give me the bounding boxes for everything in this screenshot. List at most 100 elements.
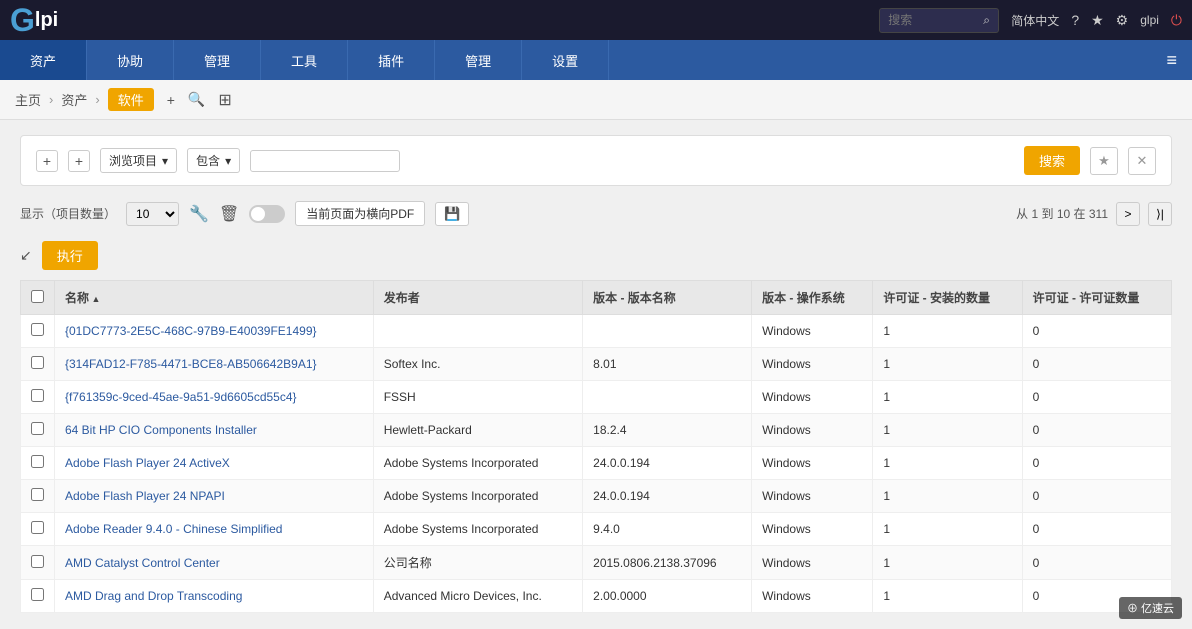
filter-add-btn-1[interactable]: + <box>36 150 58 172</box>
search-input[interactable] <box>888 13 978 27</box>
filter-operator-select[interactable]: 包含 ▾ <box>187 148 240 173</box>
settings-icon[interactable]: ⚙ <box>1116 12 1129 29</box>
header-publisher[interactable]: 发布者 <box>373 281 582 315</box>
row-name: Adobe Flash Player 24 NPAPI <box>55 480 374 513</box>
watermark: ⊕ 亿速云 <box>1119 597 1182 619</box>
trash-icon[interactable]: 🗑 <box>219 204 239 224</box>
name-link[interactable]: {01DC7773-2E5C-468C-97B9-E40039FE1499} <box>65 324 317 338</box>
row-version <box>583 381 752 414</box>
prev-page-btn[interactable]: > <box>1116 202 1140 226</box>
row-os: Windows <box>752 513 873 546</box>
language-selector[interactable]: 简体中文 <box>1011 12 1059 29</box>
show-count-label: 显示（项目数量） <box>20 205 116 222</box>
nav-item-tools[interactable]: 工具 <box>261 40 348 80</box>
name-link[interactable]: Adobe Flash Player 24 ActiveX <box>65 456 230 470</box>
header-os[interactable]: 版本 - 操作系统 <box>752 281 873 315</box>
row-checkbox[interactable] <box>31 521 44 534</box>
save-icon-btn[interactable]: 💾 <box>435 202 469 226</box>
power-icon[interactable]: ⏻ <box>1171 12 1182 29</box>
add-icon[interactable]: + <box>167 92 175 108</box>
execute-button[interactable]: 执行 <box>42 241 98 270</box>
nav-item-plugins[interactable]: 插件 <box>348 40 435 80</box>
table-row: Adobe Flash Player 24 NPAPI Adobe System… <box>21 480 1172 513</box>
row-checkbox[interactable] <box>31 356 44 369</box>
search-button[interactable]: 搜索 <box>1024 146 1080 175</box>
row-installs: 1 <box>873 447 1022 480</box>
search-box[interactable]: ⌕ <box>879 8 999 33</box>
logo: G lpi <box>10 4 58 36</box>
nav-item-admin[interactable]: 管理 <box>435 40 522 80</box>
row-checkbox[interactable] <box>31 389 44 402</box>
row-checkbox-cell[interactable] <box>21 447 55 480</box>
row-checkbox[interactable] <box>31 422 44 435</box>
filter-value-input[interactable] <box>250 150 400 172</box>
sort-icon[interactable]: ↙ <box>20 247 32 264</box>
name-link[interactable]: {314FAD12-F785-4471-BCE8-AB506642B9A1} <box>65 357 317 371</box>
name-link[interactable]: {f761359c-9ced-45ae-9a51-9d6605cd55c4} <box>65 390 297 404</box>
row-installs: 1 <box>873 580 1022 613</box>
row-checkbox-cell[interactable] <box>21 381 55 414</box>
row-installs: 1 <box>873 513 1022 546</box>
nav-item-assets[interactable]: 资产 <box>0 40 87 80</box>
row-version: 9.4.0 <box>583 513 752 546</box>
row-checkbox-cell[interactable] <box>21 580 55 613</box>
row-checkbox[interactable] <box>31 455 44 468</box>
filter-add-btn-2[interactable]: + <box>68 150 90 172</box>
logo-g: G <box>10 4 35 36</box>
save-search-btn[interactable]: ★ <box>1090 147 1118 175</box>
table-row: Adobe Reader 9.4.0 - Chinese Simplified … <box>21 513 1172 546</box>
user-menu[interactable]: glpi <box>1140 13 1159 27</box>
row-name: Adobe Flash Player 24 ActiveX <box>55 447 374 480</box>
count-select[interactable]: 10 25 50 100 <box>126 202 179 226</box>
pagination-text: 从 1 到 10 在 311 <box>1016 205 1108 222</box>
breadcrumb-list-icon[interactable]: ⊞ <box>218 90 231 110</box>
row-checkbox-cell[interactable] <box>21 348 55 381</box>
breadcrumb-assets[interactable]: 资产 <box>61 90 87 109</box>
header-name[interactable]: 名称 <box>55 281 374 315</box>
row-checkbox-cell[interactable] <box>21 513 55 546</box>
toggle-switch[interactable] <box>249 205 285 223</box>
top-bar: G lpi ⌕ 简体中文 ? ★ ⚙ glpi ⏻ <box>0 0 1192 40</box>
nav-item-assist[interactable]: 协助 <box>87 40 174 80</box>
row-licenses: 0 <box>1022 513 1171 546</box>
favorite-icon[interactable]: ★ <box>1091 12 1104 29</box>
help-icon[interactable]: ? <box>1071 12 1079 28</box>
breadcrumb-software[interactable]: 软件 <box>108 88 154 111</box>
wrench-icon[interactable]: 🔧 <box>189 204 209 224</box>
last-page-btn[interactable]: ⟩| <box>1148 202 1172 226</box>
header-version[interactable]: 版本 - 版本名称 <box>583 281 752 315</box>
row-checkbox-cell[interactable] <box>21 546 55 580</box>
clear-search-btn[interactable]: ✕ <box>1128 147 1156 175</box>
select-all-checkbox[interactable] <box>31 290 44 303</box>
pdf-export-btn[interactable]: 当前页面为横向PDF <box>295 201 425 226</box>
name-link[interactable]: AMD Catalyst Control Center <box>65 556 220 570</box>
row-os: Windows <box>752 580 873 613</box>
nav-item-settings[interactable]: 设置 <box>522 40 609 80</box>
header-installs[interactable]: 许可证 - 安装的数量 <box>873 281 1022 315</box>
row-checkbox-cell[interactable] <box>21 480 55 513</box>
filter-field-select[interactable]: 浏览项目 ▾ <box>100 148 177 173</box>
row-checkbox[interactable] <box>31 488 44 501</box>
row-checkbox-cell[interactable] <box>21 315 55 348</box>
row-version: 8.01 <box>583 348 752 381</box>
row-checkbox-cell[interactable] <box>21 414 55 447</box>
execute-row: ↙ 执行 <box>20 241 1172 270</box>
name-link[interactable]: Adobe Reader 9.4.0 - Chinese Simplified <box>65 522 282 536</box>
name-link[interactable]: 64 Bit HP CIO Components Installer <box>65 423 257 437</box>
row-name: AMD Drag and Drop Transcoding <box>55 580 374 613</box>
row-os: Windows <box>752 447 873 480</box>
header-checkbox[interactable] <box>21 281 55 315</box>
row-checkbox[interactable] <box>31 555 44 568</box>
name-link[interactable]: AMD Drag and Drop Transcoding <box>65 589 242 603</box>
row-checkbox[interactable] <box>31 588 44 601</box>
breadcrumb-home[interactable]: 主页 <box>15 90 41 109</box>
nav-item-management[interactable]: 管理 <box>174 40 261 80</box>
hamburger-menu[interactable]: ≡ <box>1151 40 1192 80</box>
row-os: Windows <box>752 480 873 513</box>
row-name: {314FAD12-F785-4471-BCE8-AB506642B9A1} <box>55 348 374 381</box>
row-checkbox[interactable] <box>31 323 44 336</box>
search-icon[interactable]: ⌕ <box>983 13 990 28</box>
header-licenses[interactable]: 许可证 - 许可证数量 <box>1022 281 1171 315</box>
breadcrumb-search-icon[interactable]: 🔍 <box>188 91 205 108</box>
name-link[interactable]: Adobe Flash Player 24 NPAPI <box>65 489 225 503</box>
